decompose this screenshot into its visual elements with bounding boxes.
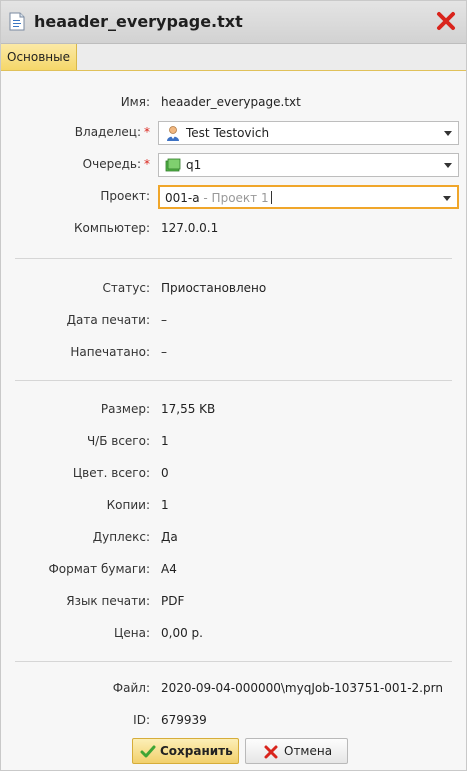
size-label: Размер: <box>100 402 150 416</box>
divider <box>15 380 452 381</box>
price-row: Цена: 0,00 р. <box>1 622 466 646</box>
size-value: 17,55 KB <box>161 402 216 416</box>
id-row: ID: 679939 <box>1 709 466 733</box>
user-icon <box>167 126 179 141</box>
divider <box>15 258 452 259</box>
queue-select[interactable]: q1 <box>158 153 459 177</box>
form-content: Имя: heaader_everypage.txt Владелец: * Te… <box>1 71 466 772</box>
copies-row: Копии: 1 <box>1 494 466 518</box>
project-code: 001-a <box>165 191 200 205</box>
price-label: Цена: <box>114 626 150 640</box>
chevron-down-icon <box>444 163 452 168</box>
print-date-label: Дата печати: <box>66 313 150 327</box>
name-label: Имя: <box>120 95 150 109</box>
duplex-label: Дуплекс: <box>92 530 150 544</box>
file-value: 2020-09-04-000000\myqJob-103751-001-2.pr… <box>161 681 443 695</box>
status-value: Приостановлено <box>161 281 267 295</box>
id-value: 679939 <box>161 713 207 727</box>
paper-format-value: A4 <box>161 562 177 576</box>
name-row: Имя: heaader_everypage.txt <box>1 91 466 115</box>
duplex-row: Дуплекс: Да <box>1 526 466 550</box>
copies-label: Копии: <box>106 498 150 512</box>
text-file-icon <box>9 12 25 31</box>
tab-general[interactable]: Основные <box>1 44 78 70</box>
name-value: heaader_everypage.txt <box>161 95 301 109</box>
text-cursor <box>270 191 272 204</box>
queue-label: Очередь: * <box>82 157 150 171</box>
copies-value: 1 <box>161 498 169 512</box>
printer-queue-icon <box>165 158 181 172</box>
button-bar: Сохранить Отмена <box>1 733 466 773</box>
file-row: Файл: 2020-09-04-000000\myqJob-103751-00… <box>1 677 466 701</box>
computer-value: 127.0.0.1 <box>161 221 219 235</box>
print-language-row: Язык печати: PDF <box>1 590 466 614</box>
id-label: ID: <box>133 713 150 727</box>
print-language-value: PDF <box>161 594 185 608</box>
size-row: Размер: 17,55 KB <box>1 398 466 422</box>
owner-select[interactable]: Test Testovich <box>158 121 459 145</box>
file-label: Файл: <box>112 681 150 695</box>
paper-format-row: Формат бумаги: A4 <box>1 558 466 582</box>
project-value: 001-a - Проект 1 <box>165 191 272 205</box>
duplex-value: Да <box>161 530 178 544</box>
cancel-button[interactable]: Отмена <box>245 738 348 764</box>
project-select[interactable]: 001-a - Проект 1 <box>158 185 459 209</box>
print-date-row: Дата печати: – <box>1 309 466 333</box>
bw-total-label: Ч/Б всего: <box>86 434 150 448</box>
color-total-row: Цвет. всего: 0 <box>1 462 466 486</box>
project-label: Проект: <box>100 189 150 203</box>
window-title: heaader_everypage.txt <box>34 12 243 31</box>
required-mark: * <box>144 157 150 171</box>
print-language-label: Язык печати: <box>66 594 150 608</box>
save-button-label: Сохранить <box>160 744 233 758</box>
queue-value: q1 <box>186 158 202 172</box>
color-total-value: 0 <box>161 466 169 480</box>
computer-row: Компьютер: 127.0.0.1 <box>1 217 466 241</box>
close-icon <box>264 745 278 759</box>
owner-label: Владелец: * <box>74 125 150 139</box>
project-name: - Проект 1 <box>199 191 269 205</box>
close-icon[interactable] <box>435 10 457 32</box>
bw-total-value: 1 <box>161 434 169 448</box>
title-bar[interactable]: heaader_everypage.txt <box>1 1 466 44</box>
chevron-down-icon <box>443 196 451 201</box>
bw-total-row: Ч/Б всего: 1 <box>1 430 466 454</box>
print-date-value: – <box>161 313 167 327</box>
chevron-down-icon <box>444 131 452 136</box>
color-total-label: Цвет. всего: <box>72 466 150 480</box>
status-row: Статус: Приостановлено <box>1 277 466 301</box>
divider <box>15 661 452 662</box>
status-label: Статус: <box>102 281 150 295</box>
cancel-button-label: Отмена <box>284 744 333 758</box>
check-icon <box>140 745 156 758</box>
queue-row: Очередь: * q1 <box>1 153 466 177</box>
printed-row: Напечатано: – <box>1 341 466 365</box>
required-mark: * <box>144 125 150 139</box>
tab-strip: Основные <box>1 44 466 71</box>
owner-row: Владелец: * Test Testovich <box>1 121 466 145</box>
printed-label: Напечатано: <box>70 345 150 359</box>
save-button[interactable]: Сохранить <box>132 738 239 764</box>
price-value: 0,00 р. <box>161 626 203 640</box>
job-properties-dialog: heaader_everypage.txt Основные Имя: heaa… <box>0 0 467 771</box>
owner-value: Test Testovich <box>186 126 270 140</box>
project-row: Проект: 001-a - Проект 1 <box>1 185 466 209</box>
paper-format-label: Формат бумаги: <box>48 562 150 576</box>
computer-label: Компьютер: <box>74 221 150 235</box>
printed-value: – <box>161 345 167 359</box>
